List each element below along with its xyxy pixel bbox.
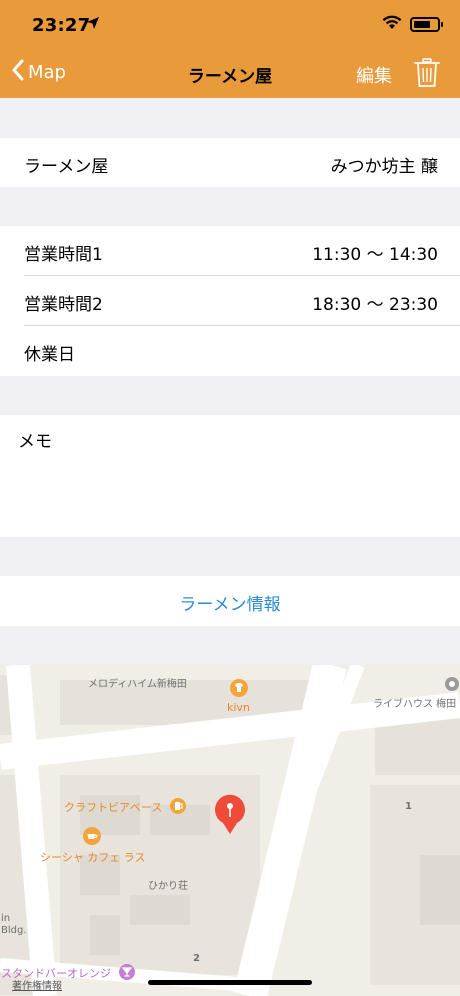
map-label-kivn: kivn xyxy=(227,701,250,714)
map-label-craft: クラフトビアベース xyxy=(64,801,163,814)
map-label-number: 2 xyxy=(193,953,200,964)
wifi-icon xyxy=(382,15,402,34)
map-label-number: 1 xyxy=(405,801,412,812)
hours-row-1: 営業時間1 11:30 〜 14:30 xyxy=(0,226,460,276)
memo-label: メモ xyxy=(18,432,52,452)
hours-label: 営業時間1 xyxy=(24,245,103,265)
map-label-bldg: Bldg. xyxy=(1,925,27,936)
shop-section: ラーメン屋 みつか坊主 醸 xyxy=(0,138,460,187)
ramen-info-link[interactable]: ラーメン情報 xyxy=(0,590,460,615)
shop-label: ラーメン屋 xyxy=(24,157,109,177)
map-label-shisha: シーシャ カフェ ラス xyxy=(40,851,146,864)
battery-icon xyxy=(410,17,443,32)
map-label-hikari: ひかり荘 xyxy=(148,881,188,892)
hours-row-2: 営業時間2 18:30 〜 23:30 xyxy=(0,276,460,326)
shop-row: ラーメン屋 みつか坊主 醸 xyxy=(0,138,460,188)
hours-value: 18:30 〜 23:30 xyxy=(312,295,438,315)
legal-link[interactable]: 著作権情報 xyxy=(12,977,62,992)
map-view[interactable]: メロディハイム新梅田 kivn ライブハウス 梅田 クラフトビアベース シーシャ… xyxy=(0,665,460,996)
ramen-info-section: ラーメン情報 xyxy=(0,576,460,626)
delete-button[interactable] xyxy=(414,58,440,92)
status-indicators xyxy=(382,15,443,34)
hours-label: 営業時間2 xyxy=(24,295,103,315)
map-label-melody: メロディハイム新梅田 xyxy=(88,679,187,690)
hours-value: 11:30 〜 14:30 xyxy=(312,245,438,265)
home-indicator xyxy=(148,980,312,985)
nav-bar: Map ラーメン屋 編集 xyxy=(0,48,460,98)
closed-days-label: 休業日 xyxy=(24,345,75,365)
shop-name: みつか坊主 醸 xyxy=(330,157,438,177)
memo-section[interactable]: メモ xyxy=(0,415,460,537)
location-arrow-icon xyxy=(86,15,100,34)
map-label-livehouse: ライブハウス 梅田 xyxy=(373,699,457,710)
edit-button[interactable]: 編集 xyxy=(356,62,392,88)
trash-icon xyxy=(414,58,440,92)
status-time: 23:27 xyxy=(32,15,91,36)
hours-section: 営業時間1 11:30 〜 14:30 営業時間2 18:30 〜 23:30 … xyxy=(0,226,460,376)
closed-days-row: 休業日 xyxy=(0,326,460,376)
navigation-header: 23:27 Map ラーメン屋 編集 xyxy=(0,0,460,98)
map-label-in: in xyxy=(1,913,11,924)
